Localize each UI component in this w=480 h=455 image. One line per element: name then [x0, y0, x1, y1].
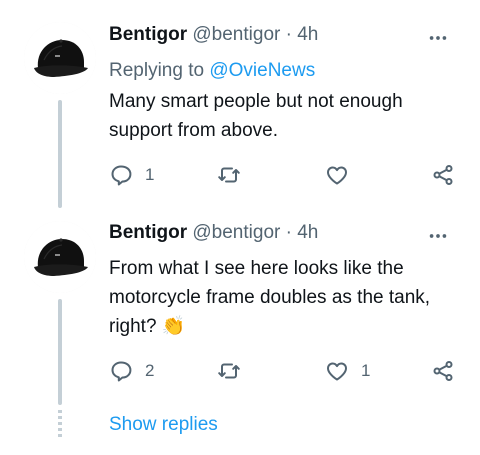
tweet[interactable]: Bentigor @bentigor · 4h From what I see … — [0, 205, 480, 405]
separator-dot: · — [285, 222, 292, 243]
retweet-icon — [218, 363, 240, 379]
share-button[interactable] — [431, 356, 455, 386]
cap-icon — [24, 221, 96, 293]
clapping-hands-emoji: 👏 — [161, 316, 186, 337]
tweet-header: Bentigor @bentigor · 4h — [109, 221, 318, 245]
reply-count: 1 — [145, 165, 155, 184]
tweet-text-content: From what I see here looks like the moto… — [109, 258, 431, 337]
share-icon — [433, 165, 453, 185]
replying-to-label: Replying to — [109, 60, 205, 81]
tweet-actions: 1 — [109, 160, 459, 190]
more-options-icon[interactable] — [426, 224, 450, 248]
reply-icon — [111, 165, 132, 186]
share-button[interactable] — [431, 160, 455, 190]
reply-icon — [111, 361, 132, 382]
reply-button[interactable]: 1 — [109, 160, 154, 190]
more-replies-dotted-line — [58, 410, 62, 440]
tweet-actions: 2 1 — [109, 356, 459, 386]
reply-count: 2 — [145, 361, 155, 380]
tweet-text: From what I see here looks like the moto… — [109, 254, 454, 341]
retweet-button[interactable] — [217, 356, 241, 386]
heart-icon — [327, 362, 347, 381]
separator-dot: · — [285, 24, 292, 45]
thread-connector-line — [58, 299, 62, 405]
heart-icon — [327, 166, 347, 185]
like-count: 1 — [361, 361, 371, 380]
like-button[interactable]: 1 — [325, 356, 370, 386]
avatar[interactable] — [24, 22, 96, 94]
user-handle[interactable]: @bentigor — [192, 24, 280, 45]
mention-link[interactable]: @OvieNews — [209, 60, 315, 81]
user-handle[interactable]: @bentigor — [192, 222, 280, 243]
retweet-icon — [218, 167, 240, 183]
share-icon — [433, 361, 453, 381]
timestamp[interactable]: 4h — [297, 222, 318, 243]
thread-connector-line — [58, 100, 62, 208]
tweet[interactable]: Bentigor @bentigor · 4h Replying to @Ovi… — [0, 0, 480, 208]
tweet-text: Many smart people but not enough support… — [109, 91, 403, 141]
cap-icon — [24, 22, 96, 94]
more-options-icon[interactable] — [426, 26, 450, 50]
like-button[interactable] — [325, 160, 349, 190]
tweet-header: Bentigor @bentigor · 4h — [109, 23, 318, 47]
timestamp[interactable]: 4h — [297, 24, 318, 45]
display-name[interactable]: Bentigor — [109, 222, 187, 243]
avatar[interactable] — [24, 221, 96, 293]
replying-to-context: Replying to @OvieNews — [109, 59, 315, 83]
reply-thread: Bentigor @bentigor · 4h Replying to @Ovi… — [0, 0, 480, 455]
reply-button[interactable]: 2 — [109, 356, 154, 386]
display-name[interactable]: Bentigor — [109, 24, 187, 45]
show-replies-link[interactable]: Show replies — [109, 413, 218, 437]
retweet-button[interactable] — [217, 160, 241, 190]
